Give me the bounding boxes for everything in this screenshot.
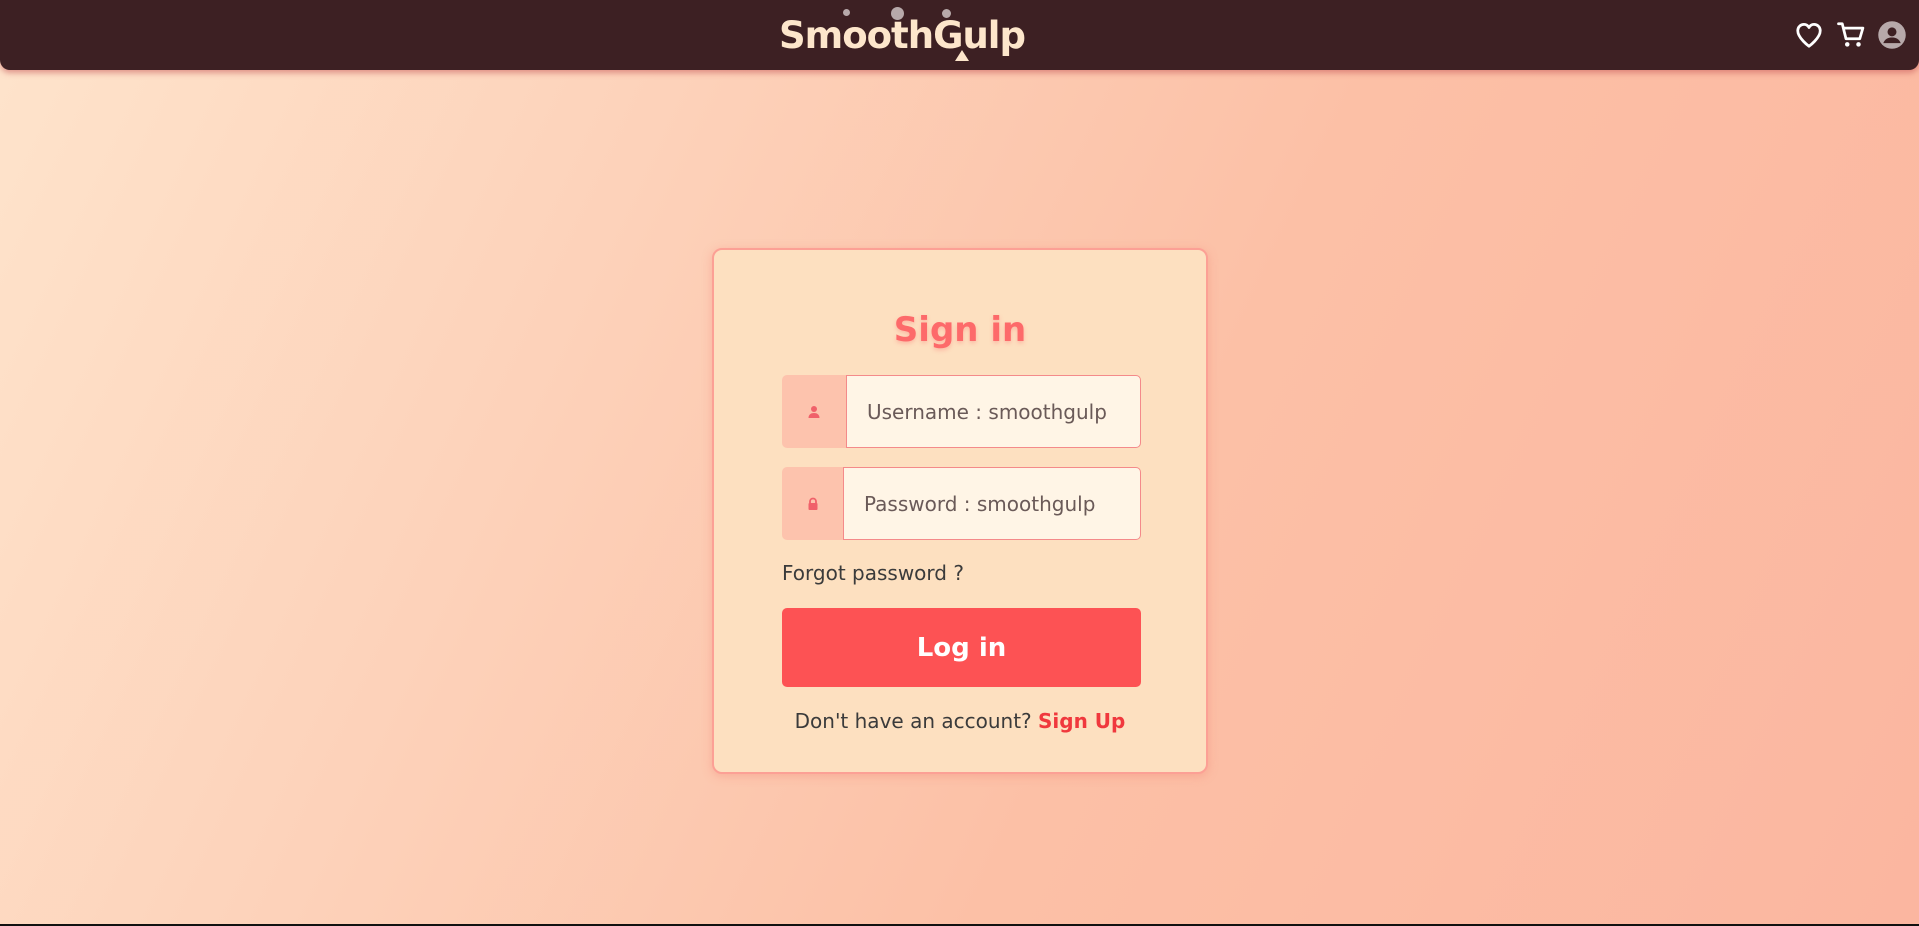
username-input[interactable] bbox=[846, 375, 1141, 448]
signin-title: Sign in bbox=[893, 310, 1027, 350]
lock-icon bbox=[808, 497, 817, 510]
user-icon bbox=[808, 405, 820, 418]
password-input[interactable] bbox=[843, 467, 1141, 540]
site-logo[interactable]: SmoothGulp bbox=[779, 14, 1026, 58]
no-account-text: Don't have an account? bbox=[794, 709, 1032, 733]
signup-prompt: Don't have an account? Sign Up bbox=[714, 709, 1206, 733]
password-addon bbox=[782, 467, 843, 540]
signup-link[interactable]: Sign Up bbox=[1038, 709, 1125, 733]
logo-straw-icon bbox=[955, 50, 969, 61]
username-addon bbox=[782, 375, 846, 448]
page-background: SmoothGulp Sign in Forgot password ? Log bbox=[0, 0, 1919, 926]
password-field-group bbox=[782, 467, 1141, 540]
cart-icon[interactable] bbox=[1836, 20, 1866, 50]
signin-card: Sign in Forgot password ? Log in Don't h… bbox=[712, 248, 1208, 774]
top-navbar: SmoothGulp bbox=[0, 0, 1919, 70]
forgot-password-link[interactable]: Forgot password ? bbox=[782, 561, 964, 585]
login-button[interactable]: Log in bbox=[782, 608, 1141, 687]
wishlist-heart-icon[interactable] bbox=[1794, 20, 1824, 50]
account-icon[interactable] bbox=[1877, 20, 1907, 50]
username-field-group bbox=[782, 375, 1141, 448]
